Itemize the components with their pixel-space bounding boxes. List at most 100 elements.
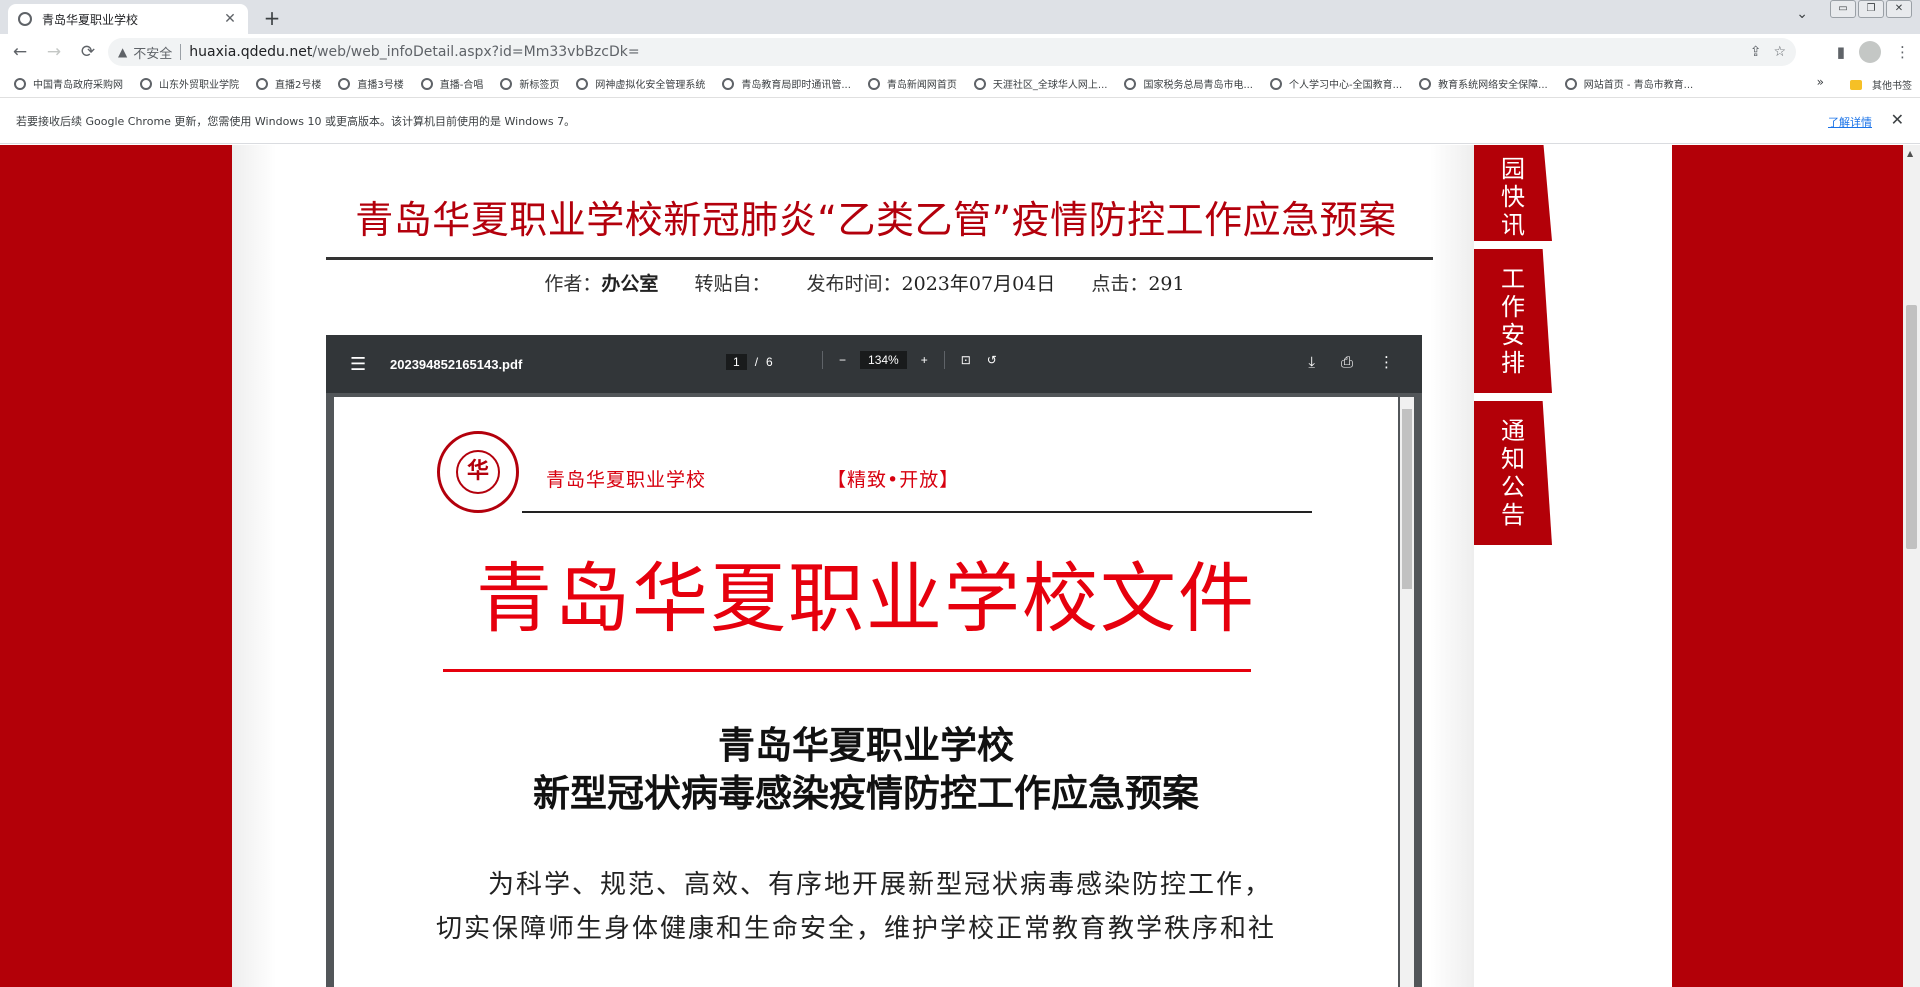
bookmark-item[interactable]: 网神虚拟化安全管理系统: [576, 76, 705, 91]
tab-search-icon[interactable]: ⌄: [1796, 6, 1808, 22]
date-label: 发布时间：: [806, 273, 902, 295]
print-icon[interactable]: ⎙: [1341, 353, 1353, 371]
left-red-band: [0, 145, 232, 987]
bookmark-item[interactable]: 国家税务总局青岛市电...: [1124, 76, 1253, 91]
header-red-rule: [443, 669, 1251, 672]
side-tab-char: 安: [1501, 321, 1525, 349]
warning-icon[interactable]: ▲: [118, 45, 127, 59]
bookmark-item[interactable]: 直播3号楼: [338, 76, 404, 91]
pdf-filename: 202394852165143.pdf: [390, 356, 523, 372]
page-number-input[interactable]: 1: [726, 354, 747, 370]
bookmark-label: 个人学习中心-全国教育...: [1289, 80, 1403, 91]
folder-icon: [1850, 79, 1862, 90]
learn-more-link[interactable]: 了解详情: [1828, 114, 1872, 130]
monitor-icon: [256, 77, 268, 90]
bookmark-label: 直播3号楼: [357, 80, 404, 91]
side-tab-char: 讯: [1501, 211, 1525, 239]
zoom-in-button[interactable]: +: [921, 353, 928, 367]
letterhead-school-name: 青岛华夏职业学校: [546, 469, 707, 491]
browser-toolbar: ← → ⟳ ▲ 不安全 huaxia.qdedu.net/web/web_inf…: [0, 34, 1920, 70]
back-button[interactable]: ←: [6, 38, 34, 66]
leaf-icon: [722, 77, 735, 90]
profile-avatar[interactable]: [1859, 41, 1881, 63]
bookmark-label: 直播2号楼: [275, 80, 322, 91]
side-tab-char: 通: [1501, 417, 1525, 445]
bookmark-item[interactable]: 青岛新闻网首页: [867, 76, 957, 91]
new-tab-button[interactable]: +: [258, 4, 286, 32]
reload-button[interactable]: ⟳: [74, 38, 102, 66]
bookmark-label: 国家税务总局青岛市电...: [1143, 80, 1253, 91]
url-path: /web/web_infoDetail.aspx?id=Mm33vbBzcDk=: [312, 44, 640, 60]
minimize-button[interactable]: ▭: [1830, 0, 1856, 18]
monitor-icon: [338, 77, 351, 90]
other-bookmarks[interactable]: 其他书签: [1850, 77, 1912, 92]
bookmark-item[interactable]: 教育系统网络安全保障...: [1419, 76, 1548, 91]
tab-strip: 青岛华夏职业学校 ✕ + ⌄ ▭ ❐ ✕: [0, 0, 1920, 34]
address-bar[interactable]: ▲ 不安全 huaxia.qdedu.net/web/web_infoDetai…: [108, 38, 1796, 66]
bookmark-star-icon[interactable]: ☆: [1773, 44, 1786, 60]
globe-icon: [14, 77, 26, 90]
rotate-icon[interactable]: ↺: [987, 353, 997, 367]
bookmark-item[interactable]: 山东外贸职业学院: [140, 76, 239, 91]
bookmark-item[interactable]: 直播2号楼: [256, 76, 321, 91]
tab-close-icon[interactable]: ✕: [222, 11, 238, 27]
url-text[interactable]: huaxia.qdedu.net/web/web_infoDetail.aspx…: [189, 44, 639, 60]
infobar-close-icon[interactable]: ✕: [1891, 110, 1904, 129]
pdf-scroll-thumb[interactable]: [1402, 409, 1412, 589]
download-icon[interactable]: ⤓: [1308, 353, 1315, 371]
bookmark-item[interactable]: 个人学习中心-全国教育...: [1270, 76, 1402, 91]
page-scroll-thumb[interactable]: [1906, 305, 1917, 549]
side-tab-campus-news[interactable]: 园 快 讯: [1474, 145, 1552, 241]
bookmark-label: 青岛教育局即时通讯管...: [741, 80, 851, 91]
zoom-level-input[interactable]: 134%: [860, 351, 907, 369]
forward-button[interactable]: →: [40, 38, 68, 66]
bookmark-label: 网站首页 - 青岛市教育...: [1583, 80, 1694, 91]
bookmark-item[interactable]: 直播-合唱: [420, 76, 483, 91]
school-seal-logo: 华: [437, 431, 519, 513]
tax-emblem-icon: [1124, 77, 1137, 90]
bookmark-item[interactable]: 新标签页: [500, 76, 559, 91]
bookmark-label: 中国青岛政府采购网: [33, 80, 123, 91]
security-label[interactable]: 不安全: [133, 43, 172, 62]
url-host: huaxia.qdedu.net: [189, 44, 313, 60]
document-title-line2: 新型冠状病毒感染疫情防控工作应急预案: [533, 771, 1199, 815]
news-icon: [867, 77, 880, 90]
page-scrollbar[interactable]: ▲: [1903, 145, 1920, 987]
share-icon[interactable]: ⇪: [1750, 44, 1762, 60]
side-tab-notices[interactable]: 通 知 公 告: [1474, 401, 1552, 545]
seal-emblem: 华: [456, 450, 500, 494]
date-value: 2023年07月04日: [901, 273, 1056, 295]
clicks-value: 291: [1148, 273, 1185, 295]
chrome-menu-icon[interactable]: ⋮: [1895, 43, 1910, 61]
globe-icon: [1419, 77, 1432, 90]
bookmark-item[interactable]: 天涯社区_全球华人网上...: [973, 76, 1107, 91]
side-panel-icon[interactable]: ▮: [1837, 43, 1845, 61]
bookmarks-overflow-button[interactable]: »: [1817, 75, 1824, 89]
article-title: 青岛华夏职业学校新冠肺炎“乙类乙管”疫情防控工作应急预案: [355, 198, 1397, 242]
more-options-icon[interactable]: ⋮: [1379, 353, 1394, 371]
title-divider: [326, 257, 1433, 260]
globe-icon: [420, 77, 433, 90]
bookmark-label: 教育系统网络安全保障...: [1438, 80, 1548, 91]
bookmark-item[interactable]: 青岛教育局即时通讯管...: [722, 76, 851, 91]
pdf-scrollbar[interactable]: [1400, 397, 1414, 987]
close-window-button[interactable]: ✕: [1886, 0, 1912, 18]
zoom-out-button[interactable]: −: [839, 353, 846, 367]
browser-tab[interactable]: 青岛华夏职业学校 ✕: [8, 4, 248, 34]
hamburger-menu-icon[interactable]: ☰: [350, 354, 370, 375]
globe-icon: [18, 12, 32, 26]
cloud-icon: [576, 77, 589, 90]
restore-button[interactable]: ❐: [1858, 0, 1884, 18]
toolbar-divider: [943, 351, 945, 369]
toolbar-divider: [822, 351, 823, 369]
fit-page-icon[interactable]: ⊡: [961, 353, 971, 367]
page-total: 6: [766, 355, 773, 369]
bookmarks-bar: 中国青岛政府采购网 山东外贸职业学院 直播2号楼 直播3号楼 直播-合唱 新标签…: [0, 70, 1920, 98]
side-tab-char: 公: [1501, 473, 1525, 501]
scroll-up-arrow-icon[interactable]: ▲: [1907, 149, 1913, 158]
side-tab-char: 告: [1501, 501, 1525, 529]
document-paragraph: 为科学、规范、高效、有序地开展新型冠状病毒感染防控工作， 切实保障师生身体健康和…: [436, 863, 1296, 951]
side-tab-work-arrangement[interactable]: 工 作 安 排: [1474, 249, 1552, 393]
bookmark-item[interactable]: 中国青岛政府采购网: [14, 76, 123, 91]
bookmark-item[interactable]: 网站首页 - 青岛市教育...: [1564, 76, 1694, 91]
